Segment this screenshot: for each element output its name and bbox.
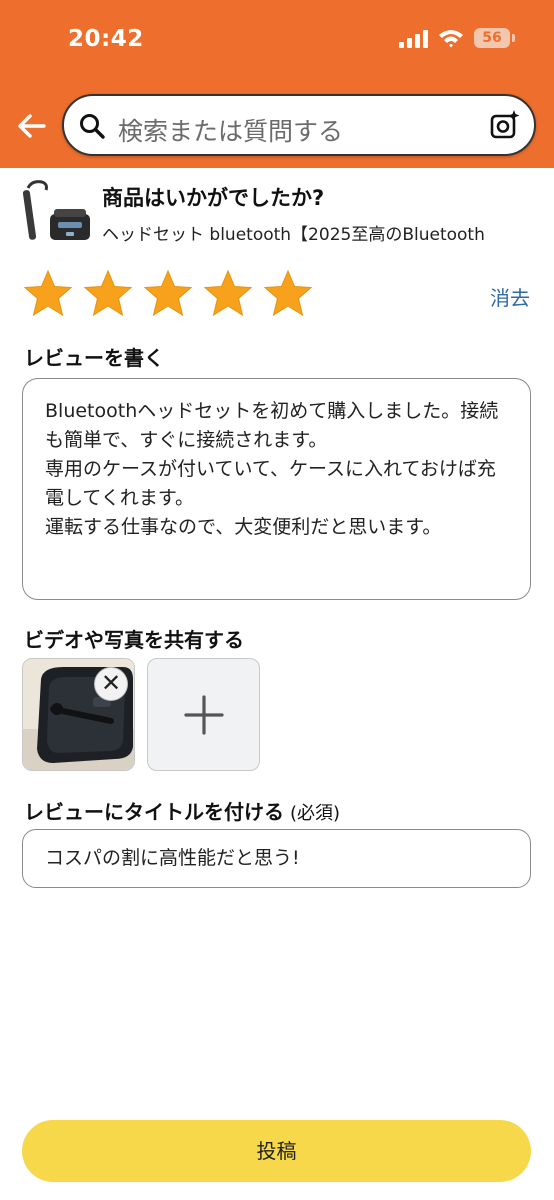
media-list: ✕ xyxy=(22,658,260,771)
add-media-button[interactable] xyxy=(147,658,260,771)
star-icon[interactable] xyxy=(262,268,314,320)
review-title-input[interactable]: コスパの割に高性能だと思う! xyxy=(22,829,531,888)
product-summary: 商品はいかがでしたか? ヘッドセット bluetooth【2025至高のBlue… xyxy=(20,178,534,248)
cellular-signal-icon xyxy=(399,28,428,48)
title-label-text: レビューにタイトルを付ける xyxy=(24,800,284,824)
back-arrow-icon[interactable] xyxy=(14,108,50,144)
review-textarea[interactable]: Bluetoothヘッドセットを初めて購入しました。接続も簡単で、すぐに接続され… xyxy=(22,378,531,600)
status-time: 20:42 xyxy=(68,26,144,52)
star-icon[interactable] xyxy=(202,268,254,320)
remove-photo-button[interactable]: ✕ xyxy=(94,667,128,701)
product-thumbnail[interactable] xyxy=(20,178,92,244)
close-icon: ✕ xyxy=(100,669,122,697)
uploaded-photo[interactable]: ✕ xyxy=(22,658,135,771)
media-label: ビデオや写真を共有する xyxy=(24,628,244,652)
battery-indicator: 56 xyxy=(474,28,515,48)
review-label: レビューを書く xyxy=(24,346,164,370)
status-icons: 56 xyxy=(399,28,515,48)
plus-icon xyxy=(184,695,224,735)
title-label: レビューにタイトルを付ける (必須) xyxy=(24,796,340,825)
product-question-heading: 商品はいかがでしたか? xyxy=(102,186,325,210)
star-icon[interactable] xyxy=(142,268,194,320)
star-icon[interactable] xyxy=(22,268,74,320)
search-placeholder[interactable]: 検索または質問する xyxy=(118,112,343,148)
required-indicator: (必須) xyxy=(290,803,341,824)
camera-search-icon[interactable] xyxy=(488,108,522,142)
star-icon[interactable] xyxy=(82,268,134,320)
search-icon xyxy=(80,114,105,139)
wifi-icon xyxy=(439,30,463,48)
star-rating[interactable] xyxy=(22,268,314,320)
search-bar[interactable]: 検索または質問する xyxy=(62,94,536,156)
submit-button[interactable]: 投稿 xyxy=(22,1120,531,1182)
top-bar: 20:42 56 検索または質問する xyxy=(0,0,554,168)
product-name: ヘッドセット bluetooth【2025至高のBluetooth xyxy=(102,225,485,245)
clear-rating-link[interactable]: 消去 xyxy=(490,282,530,311)
